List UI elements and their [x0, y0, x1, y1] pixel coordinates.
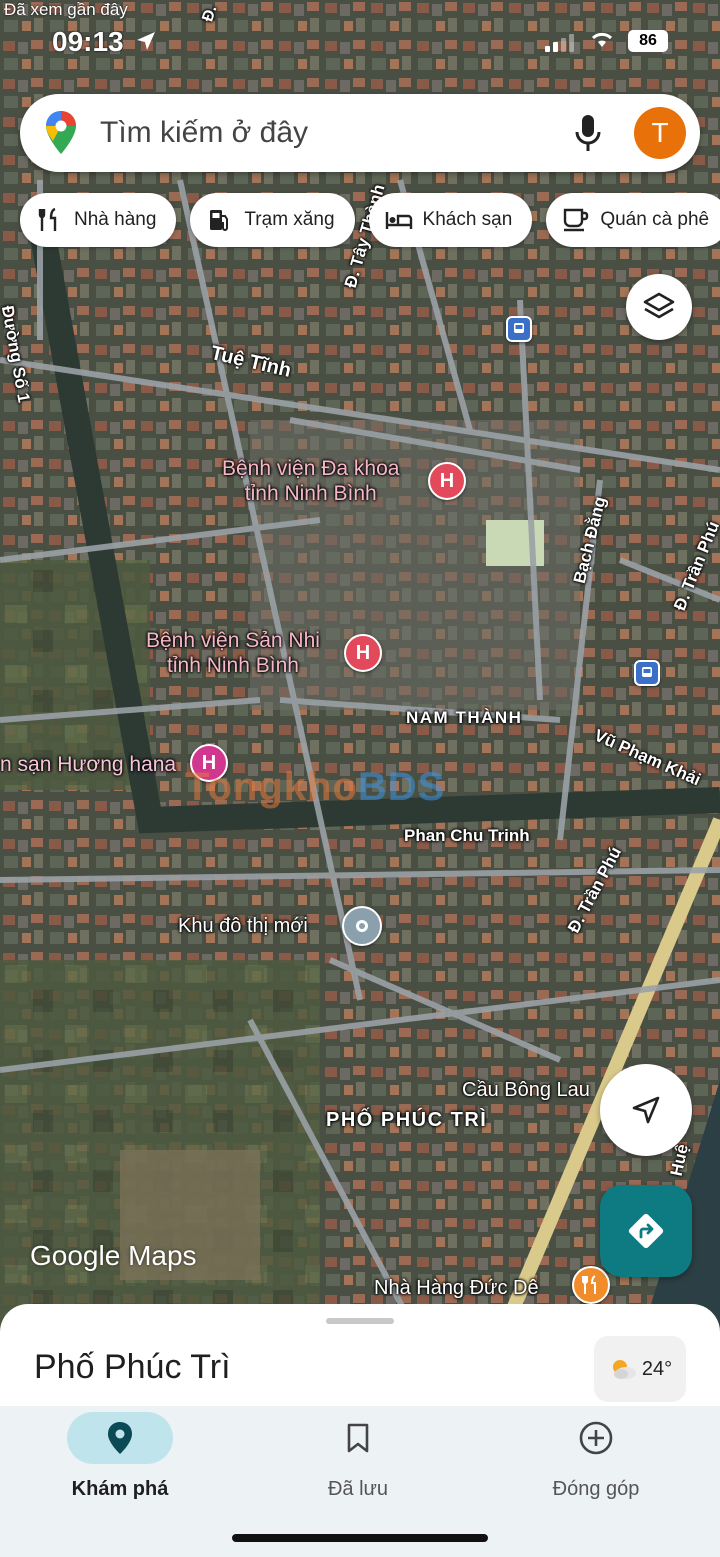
district-label-nam-thanh: NAM THÀNH — [406, 708, 523, 727]
wifi-icon — [590, 30, 614, 54]
search-bar[interactable]: Tìm kiếm ở đây T — [20, 94, 700, 172]
chip-label: Nhà hàng — [74, 209, 157, 230]
google-maps-logo: Google Maps — [30, 1240, 197, 1271]
tab-saved[interactable]: Đã lưu — [258, 1412, 458, 1501]
restaurant-icon — [36, 206, 64, 234]
place-label-cau-bong-lau[interactable]: Cầu Bông Lau — [462, 1078, 590, 1102]
chip-restaurants[interactable]: Nhà hàng — [20, 193, 177, 247]
cellular-signal-icon — [545, 34, 574, 52]
place-label-hospital-2-line2: tỉnh Ninh Bình — [167, 654, 299, 678]
location-services-icon — [135, 30, 157, 58]
partly-cloudy-icon — [612, 1360, 636, 1379]
chip-gas-stations[interactable]: Trạm xăng — [190, 193, 355, 247]
tab-label: Đã lưu — [327, 1478, 389, 1500]
bus-stop-icon[interactable] — [634, 660, 660, 686]
chip-label: Quán cà phê — [600, 209, 710, 230]
home-indicator[interactable] — [232, 1534, 488, 1542]
place-label-hospital-2[interactable]: Bệnh viện Sản Nhi tỉnh Ninh Bình — [146, 628, 320, 678]
tab-label: Đóng góp — [552, 1478, 640, 1500]
back-to-recent-link[interactable]: Đã xem gần đây — [4, 0, 128, 20]
bookmark-icon — [305, 1412, 411, 1464]
sheet-drag-handle[interactable] — [326, 1318, 394, 1324]
chip-label: Trạm xăng — [244, 209, 335, 230]
add-circle-icon — [543, 1412, 649, 1464]
navigation-arrow-icon — [632, 1096, 660, 1124]
bus-stop-icon[interactable] — [506, 316, 532, 342]
place-pin-icon[interactable] — [342, 906, 382, 946]
layers-icon — [643, 292, 675, 319]
tab-explore[interactable]: Khám phá — [20, 1412, 220, 1501]
place-label-khu-do-thi[interactable]: Khu đô thị mới — [178, 914, 308, 938]
chip-label: Khách sạn — [422, 209, 513, 230]
coffee-icon — [562, 206, 590, 234]
status-time: 09:13 — [52, 26, 124, 57]
weather-badge[interactable]: 24° — [594, 1336, 686, 1402]
place-label-hotel[interactable]: n sạn Hương hana — [0, 752, 176, 777]
search-input[interactable]: Tìm kiếm ở đây — [100, 116, 574, 150]
watermark-a: Tongkho — [185, 765, 358, 809]
place-label-hospital-1[interactable]: Bệnh viện Đa khoa tỉnh Ninh Bình — [222, 456, 399, 506]
watermark: TongkhoBDS — [185, 765, 445, 810]
street-label-phan-chu-trinh: Phan Chu Trinh — [404, 826, 530, 845]
restaurant-pin-icon[interactable] — [572, 1266, 610, 1304]
sheet-title: Phố Phúc Trì — [34, 1348, 231, 1386]
chip-hotels[interactable]: Khách sạn — [368, 193, 533, 247]
tab-label: Khám phá — [71, 1478, 169, 1500]
chip-coffee[interactable]: Quán cà phê — [546, 193, 720, 247]
temperature: 24° — [641, 1357, 673, 1380]
directions-icon — [628, 1213, 664, 1249]
explore-pin-icon — [67, 1412, 173, 1464]
place-label-hospital-1-line1: Bệnh viện Đa khoa — [222, 457, 400, 480]
directions-button[interactable] — [600, 1185, 692, 1277]
battery-indicator: 86 — [628, 30, 668, 52]
hospital-pin-icon[interactable]: H — [428, 462, 466, 500]
place-label-hospital-1-line2: tỉnh Ninh Bình — [244, 482, 377, 506]
hospital-pin-icon[interactable]: H — [344, 634, 382, 672]
category-chips: Nhà hàng Trạm xăng Khách sạn Quán cà phê — [20, 193, 720, 247]
district-label-pho-phuc-tri: PHỐ PHÚC TRÌ — [326, 1109, 488, 1131]
place-label-hospital-2-line1: Bệnh viện Sản Nhi — [146, 629, 320, 652]
gas-station-icon — [206, 206, 234, 234]
google-maps-pin-icon — [46, 111, 76, 154]
place-bottom-sheet[interactable]: Phố Phúc Trì 24° — [0, 1304, 720, 1414]
place-label-nha-hang[interactable]: Nhà Hàng Đức Dê — [374, 1276, 539, 1300]
my-location-button[interactable] — [600, 1064, 692, 1156]
hotel-icon — [385, 206, 413, 234]
map-layers-button[interactable] — [626, 274, 692, 340]
tab-contribute[interactable]: Đóng góp — [496, 1412, 696, 1501]
status-bar: Đã xem gần đây 09:13 86 — [0, 0, 720, 70]
watermark-b: BDS — [357, 765, 446, 809]
microphone-icon[interactable] — [574, 113, 602, 153]
account-avatar[interactable]: T — [634, 107, 686, 159]
